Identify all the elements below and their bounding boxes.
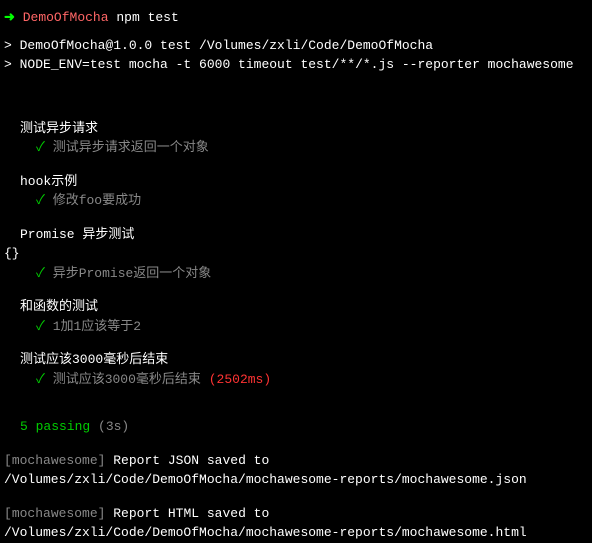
suite-block: 和函数的测试 ✓ 1加1应该等于2 xyxy=(4,297,588,336)
line-content: NODE_ENV=test mocha -t 6000 timeout test… xyxy=(20,57,574,72)
npm-header-line2: > NODE_ENV=test mocha -t 6000 timeout te… xyxy=(4,55,588,75)
test-name: 修改foo要成功 xyxy=(53,193,141,208)
check-icon: ✓ xyxy=(36,140,45,155)
test-name: 异步Promise返回一个对象 xyxy=(53,266,212,281)
test-line: ✓ 测试应该3000毫秒后结束 (2502ms) xyxy=(36,370,588,390)
reporter-name: mochawesome xyxy=(12,506,98,521)
report-html-line: [mochawesome] Report HTML saved to /Volu… xyxy=(4,504,588,543)
test-line: ✓ 1加1应该等于2 xyxy=(36,317,588,337)
check-icon: ✓ xyxy=(36,193,45,208)
suite-title: 测试应该3000毫秒后结束 xyxy=(20,350,588,370)
test-line: ✓ 测试异步请求返回一个对象 xyxy=(36,138,588,158)
test-line: ✓ 异步Promise返回一个对象 xyxy=(36,264,588,284)
npm-header-line1: > DemoOfMocha@1.0.0 test /Volumes/zxli/C… xyxy=(4,36,588,56)
prompt-command: npm test xyxy=(116,10,178,25)
reporter-name: mochawesome xyxy=(12,453,98,468)
test-name: 测试应该3000毫秒后结束 xyxy=(53,372,201,387)
suite-title: hook示例 xyxy=(20,172,588,192)
suite-block: Promise 异步测试 {} ✓ 异步Promise返回一个对象 xyxy=(4,225,588,284)
suite-title: 测试异步请求 xyxy=(20,119,588,139)
report-label: Report JSON saved to xyxy=(105,453,269,468)
test-name: 1加1应该等于2 xyxy=(53,319,141,334)
line-prefix: > xyxy=(4,38,20,53)
summary-block: 5 passing (3s) xyxy=(4,409,588,437)
report-label: Report HTML saved to xyxy=(105,506,269,521)
suite-block: 测试异步请求 ✓ 测试异步请求返回一个对象 xyxy=(4,119,588,158)
suite-title: Promise 异步测试 xyxy=(20,225,588,245)
line-prefix: > xyxy=(4,57,20,72)
check-icon: ✓ xyxy=(36,372,45,387)
report-path: /Volumes/zxli/Code/DemoOfMocha/mochaweso… xyxy=(4,472,527,487)
check-icon: ✓ xyxy=(36,266,45,281)
prompt-arrow: ➜ xyxy=(4,10,15,25)
suite-block: 测试应该3000毫秒后结束 ✓ 测试应该3000毫秒后结束 (2502ms) xyxy=(4,350,588,389)
test-name: 测试异步请求返回一个对象 xyxy=(53,140,209,155)
check-icon: ✓ xyxy=(36,319,45,334)
prompt-dir: DemoOfMocha xyxy=(23,10,109,25)
suite-block: hook示例 ✓ 修改foo要成功 xyxy=(4,172,588,211)
passing-time: (3s) xyxy=(98,419,129,434)
prompt-line: ➜ DemoOfMocha npm test xyxy=(4,8,588,28)
extra-output: {} xyxy=(4,244,588,264)
line-content: DemoOfMocha@1.0.0 test /Volumes/zxli/Cod… xyxy=(20,38,433,53)
bracket-open: [ xyxy=(4,453,12,468)
test-duration: (2502ms) xyxy=(209,372,271,387)
report-json-line: [mochawesome] Report JSON saved to /Volu… xyxy=(4,451,588,490)
bracket-open: [ xyxy=(4,506,12,521)
test-line: ✓ 修改foo要成功 xyxy=(36,191,588,211)
suite-title: 和函数的测试 xyxy=(20,297,588,317)
passing-count: 5 passing xyxy=(20,419,90,434)
